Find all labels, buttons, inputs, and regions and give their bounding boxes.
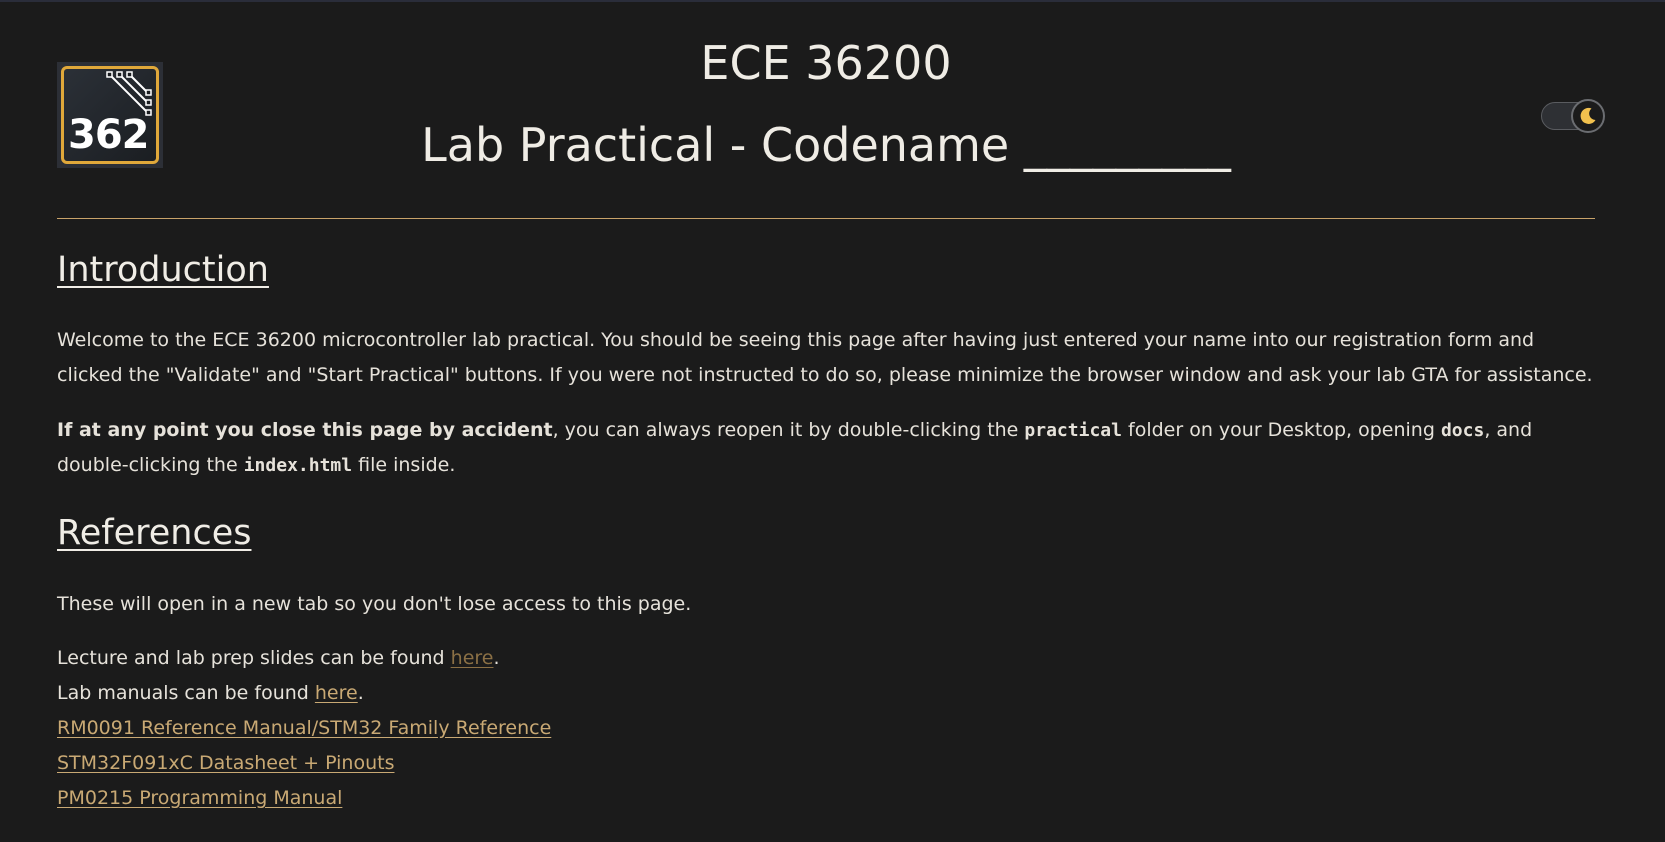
course-title: ECE 36200 [700, 36, 952, 90]
introduction-heading: Introduction [57, 250, 269, 290]
reopen-text-a: , you can always reopen it by double-cli… [552, 419, 1025, 441]
theme-toggle[interactable] [1541, 99, 1605, 133]
programming-manual-link[interactable]: PM0215 Programming Manual [57, 787, 342, 809]
moon-icon [1580, 107, 1596, 124]
slides-suffix: . [493, 647, 500, 669]
toggle-knob [1571, 99, 1605, 133]
slides-link[interactable]: here [451, 647, 494, 669]
intro-paragraph: Welcome to the ECE 36200 microcontroller… [57, 329, 1593, 386]
datasheet-link[interactable]: STM32F091xC Datasheet + Pinouts [57, 752, 395, 774]
header-divider [57, 218, 1595, 219]
reopen-text-d: file inside. [352, 454, 456, 476]
slides-line: Lecture and lab prep slides can be found… [57, 641, 500, 676]
page-header: 362 ECE 36200 Lab Practical - Codename _… [57, 0, 1605, 220]
references-note: These will open in a new tab so you don'… [57, 593, 692, 615]
manuals-link[interactable]: here [315, 682, 358, 704]
reopen-warning: If at any point you close this page by a… [57, 419, 553, 441]
programming-manual-line: PM0215 Programming Manual [57, 781, 342, 816]
references-heading: References [57, 513, 252, 553]
page-content: 362 ECE 36200 Lab Practical - Codename _… [57, 0, 1605, 842]
manuals-prefix: Lab manuals can be found [57, 682, 315, 704]
docs-folder-code: docs [1440, 420, 1485, 441]
datasheet-line: STM32F091xC Datasheet + Pinouts [57, 746, 395, 781]
reopen-paragraph: If at any point you close this page by a… [57, 413, 1595, 483]
lab-title: Lab Practical - Codename _________ [421, 118, 1231, 172]
reopen-text-b: folder on your Desktop, opening [1121, 419, 1441, 441]
manuals-line: Lab manuals can be found here. [57, 676, 364, 711]
reference-manual-line: RM0091 Reference Manual/STM32 Family Ref… [57, 711, 551, 746]
practical-folder-code: practical [1024, 420, 1122, 441]
reference-manual-link[interactable]: RM0091 Reference Manual/STM32 Family Ref… [57, 717, 551, 739]
manuals-suffix: . [357, 682, 364, 704]
slides-prefix: Lecture and lab prep slides can be found [57, 647, 451, 669]
index-file-code: index.html [243, 455, 353, 476]
